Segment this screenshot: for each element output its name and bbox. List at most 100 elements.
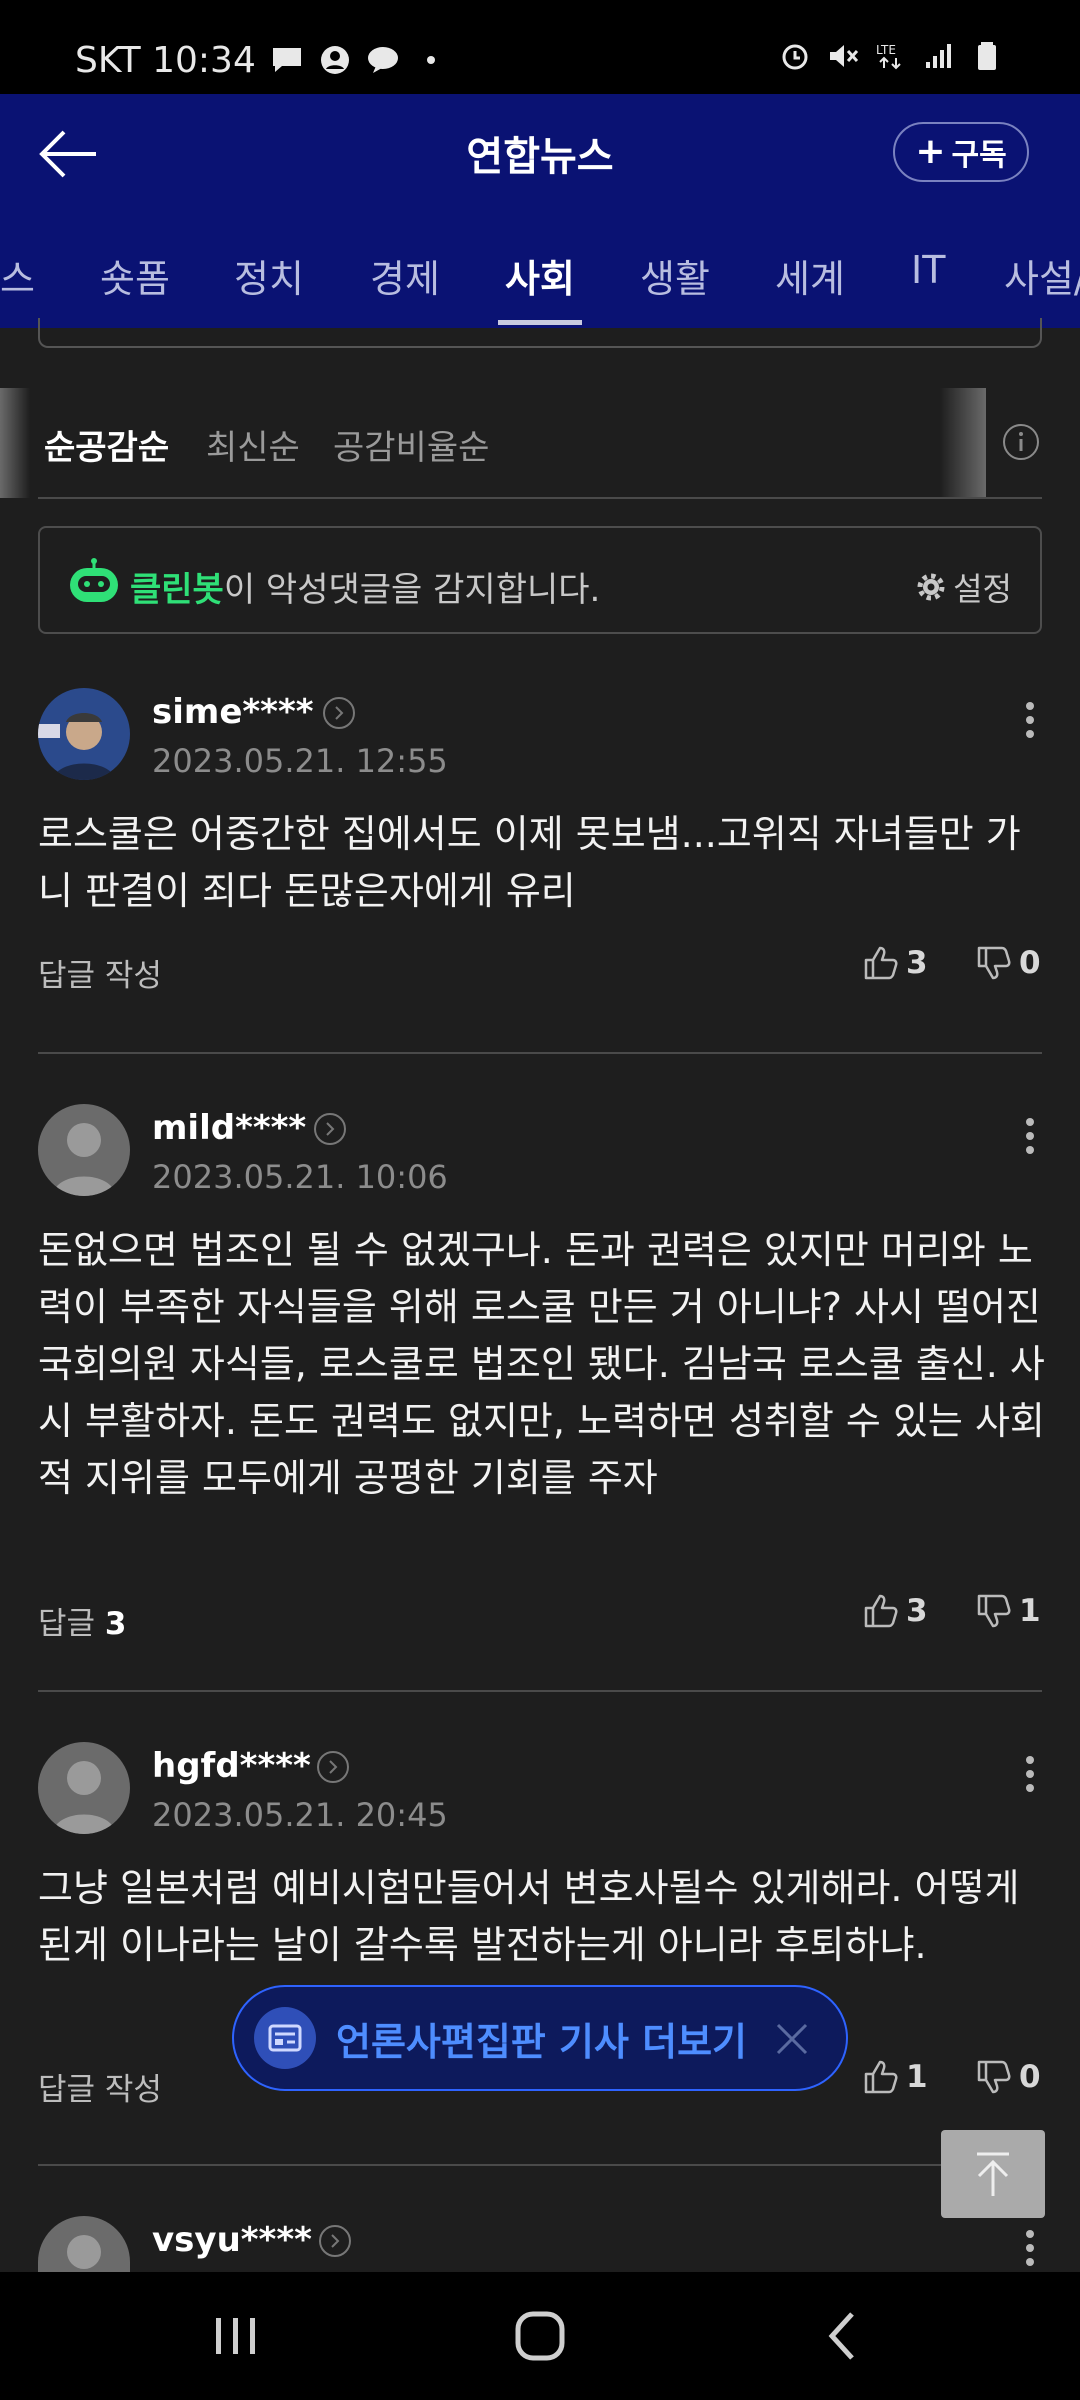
- reply-label: 답글: [38, 1606, 96, 1642]
- kebab-icon[interactable]: [1010, 1748, 1050, 1808]
- chevron-right-circle-icon[interactable]: [318, 2224, 352, 2258]
- sort-options: 순공감순 최신순 공감비율순: [0, 388, 1080, 498]
- divider: [38, 1690, 1042, 1692]
- category-tabs: 스 숏폼 정치 경제 사회 생활 세계 IT 사설/: [0, 214, 1080, 328]
- lte-icon: LTE: [876, 43, 901, 70]
- home-icon[interactable]: [510, 2306, 570, 2366]
- thumbs-down-icon: [977, 1594, 1011, 1628]
- info-icon[interactable]: [1001, 422, 1041, 462]
- like-count: 1: [906, 2059, 928, 2095]
- comment-username[interactable]: vsyu****: [152, 2220, 312, 2260]
- system-icons: LTE: [778, 40, 1004, 72]
- dot-icon: [427, 56, 435, 64]
- divider: [38, 497, 1042, 499]
- notification-icons: [270, 44, 448, 76]
- close-icon[interactable]: [772, 2019, 812, 2059]
- reply-label: 답글 작성: [38, 958, 162, 994]
- dislike-count: 0: [1019, 945, 1041, 981]
- sort-most-liked[interactable]: 순공감순: [44, 420, 169, 469]
- thumbs-down-icon: [977, 2060, 1011, 2094]
- system-nav-bar: [0, 2272, 1080, 2400]
- recent-apps-icon[interactable]: [206, 2306, 266, 2366]
- cleanbot-text: 이 악성댓글을 감지합니다.: [223, 570, 601, 610]
- reply-count: 3: [104, 1606, 127, 1642]
- alarm-icon: [782, 44, 808, 70]
- more-articles-banner[interactable]: 언론사편집판 기사 더보기: [232, 1985, 848, 2091]
- comment-username[interactable]: hgfd****: [152, 1746, 311, 1786]
- like-count: 3: [906, 1593, 928, 1629]
- tab-shortform[interactable]: 숏폼: [100, 248, 170, 303]
- default-avatar-icon: [38, 1104, 130, 1196]
- banner-label: 언론사편집판 기사 더보기: [336, 2019, 748, 2064]
- dislike-button[interactable]: 0: [975, 944, 1041, 982]
- avatar[interactable]: [38, 1742, 130, 1834]
- kebab-icon[interactable]: [1010, 2222, 1050, 2278]
- subscribe-label: 구독: [951, 138, 1007, 173]
- back-icon[interactable]: [814, 2306, 874, 2366]
- chevron-right-circle-icon[interactable]: [313, 1112, 347, 1146]
- mute-icon: [830, 45, 859, 67]
- reply-button[interactable]: 답글 작성: [38, 950, 162, 995]
- comment-text: 그냥 일본처럼 예비시험만들어서 변호사될수 있게해라. 어떻게 된게 이나라는…: [38, 1866, 1020, 1967]
- tab-society[interactable]: 사회: [505, 248, 575, 303]
- signal-icon: [926, 44, 951, 68]
- tab-life[interactable]: 생활: [640, 248, 710, 303]
- like-count: 3: [906, 945, 928, 981]
- scroll-fade-right: [940, 388, 986, 498]
- status-time: SKT 10:34: [75, 40, 256, 81]
- sort-like-ratio[interactable]: 공감비율순: [333, 420, 489, 469]
- default-avatar-icon: [38, 1742, 130, 1834]
- status-bar: SKT 10:34 LTE: [0, 0, 1080, 94]
- app-header: 연합뉴스 + 구독: [0, 94, 1080, 214]
- like-button[interactable]: 1: [862, 2058, 928, 2096]
- comment-username[interactable]: mild****: [152, 1108, 306, 1148]
- tab-world[interactable]: 세계: [775, 248, 845, 303]
- comment-date: 2023.05.21. 20:45: [152, 1796, 448, 1834]
- reply-button[interactable]: 답글 3: [38, 1598, 126, 1643]
- scroll-fade-left: [0, 388, 30, 498]
- chevron-right-circle-icon[interactable]: [322, 696, 356, 730]
- scroll-top-button[interactable]: [941, 2130, 1045, 2218]
- plus-icon: +: [915, 131, 946, 172]
- message-icon: [273, 48, 301, 72]
- avatar[interactable]: [38, 2216, 130, 2272]
- talk-icon: [368, 47, 398, 73]
- dislike-count: 0: [1019, 2059, 1041, 2095]
- dislike-count: 1: [1019, 1593, 1041, 1629]
- tab-it[interactable]: IT: [911, 248, 945, 292]
- chevron-right-circle-icon[interactable]: [316, 1750, 350, 1784]
- like-button[interactable]: 3: [862, 1592, 928, 1630]
- reply-button[interactable]: 답글 작성: [38, 2064, 162, 2109]
- dislike-button[interactable]: 1: [975, 1592, 1041, 1630]
- cleanbot-settings-button[interactable]: 설정: [915, 564, 1012, 610]
- avatar[interactable]: [38, 1104, 130, 1196]
- thumbs-up-icon: [864, 2060, 898, 2094]
- gear-icon: [917, 573, 945, 601]
- kebab-icon[interactable]: [1010, 1110, 1050, 1170]
- tab-politics[interactable]: 정치: [234, 248, 304, 303]
- tab-editorial[interactable]: 사설/: [1004, 248, 1080, 303]
- reply-label: 답글 작성: [38, 2072, 162, 2108]
- sort-latest[interactable]: 최신순: [206, 420, 300, 469]
- comment-date: 2023.05.21. 10:06: [152, 1158, 448, 1196]
- kebab-icon[interactable]: [1010, 694, 1050, 754]
- account-icon: [321, 46, 349, 74]
- svg-text:LTE: LTE: [876, 43, 896, 57]
- avatar[interactable]: [38, 688, 130, 780]
- divider: [38, 1052, 1042, 1054]
- cleanbot-notice: 클린봇이 악성댓글을 감지합니다. 설정: [38, 526, 1042, 634]
- tab-economy[interactable]: 경제: [370, 248, 440, 303]
- comment-username[interactable]: sime****: [152, 692, 314, 732]
- battery-icon: [978, 42, 996, 70]
- tab-partial-left[interactable]: 스: [0, 248, 35, 303]
- comment-text: 로스쿨은 어중간한 집에서도 이제 못보냄...고위직 자녀들만 가니 판결이 …: [38, 812, 1021, 913]
- subscribe-button[interactable]: + 구독: [893, 122, 1029, 182]
- thumbs-up-icon: [864, 1594, 898, 1628]
- newspaper-icon: [254, 2007, 316, 2069]
- previous-section-edge: [38, 318, 1042, 348]
- dislike-button[interactable]: 0: [975, 2058, 1041, 2096]
- like-button[interactable]: 3: [862, 944, 928, 982]
- user-photo-icon: [38, 688, 130, 780]
- cleanbot-robot-icon: [70, 558, 118, 602]
- divider: [38, 2164, 1042, 2166]
